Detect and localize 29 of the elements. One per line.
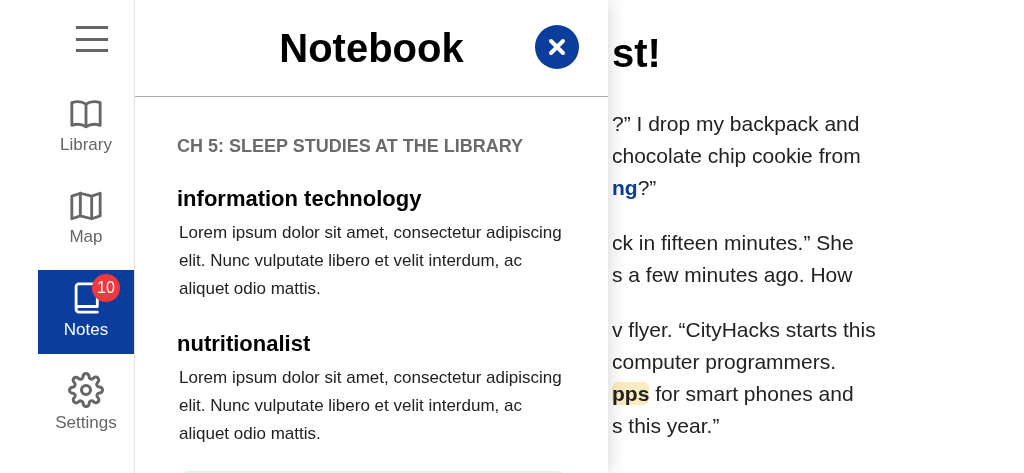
story-text: s a few minutes ago. How <box>612 263 853 286</box>
panel-title: Notebook <box>279 25 464 72</box>
count-badge: 10 <box>92 274 120 302</box>
note-definition: Lorem ipsum dolor sit amet, consectetur adipiscing elit. Nunc vulputate libero et velit interdum, ac aliquet odio mattis. <box>178 222 562 300</box>
map-icon <box>69 190 103 223</box>
open-book-icon <box>69 98 103 131</box>
nav-item[interactable]: Notes 10 <box>38 270 134 354</box>
menu-icon[interactable] <box>76 25 108 53</box>
story-text: for smart phones and <box>654 382 854 405</box>
nav-item[interactable]: Settings <box>38 362 134 446</box>
nav-item[interactable]: Map <box>38 178 134 262</box>
story-text: computer programmers. <box>612 350 837 373</box>
close-icon <box>548 38 566 56</box>
close-button[interactable] <box>535 25 579 69</box>
story-title: st! <box>612 30 662 77</box>
note-term: information technology <box>177 185 423 213</box>
highlighted-term[interactable]: pps <box>612 382 650 405</box>
vocabulary-link[interactable]: ng <box>612 176 638 199</box>
note-term: nutritionalist <box>177 330 312 358</box>
story-text: v flyer. “CityHacks starts this <box>612 318 876 341</box>
story-text: chocolate chip cookie from <box>612 144 861 167</box>
story-text: ?” I drop my backpack and <box>612 112 860 135</box>
note-definition: Lorem ipsum dolor sit amet, consectetur adipiscing elit. Nunc vulputate libero et velit interdum, ac aliquet odio mattis. <box>178 367 562 445</box>
story-text: ck in fifteen minutes.” She <box>612 231 854 254</box>
story-text: s this year.” <box>612 414 720 437</box>
nav-item[interactable]: Library <box>38 86 134 170</box>
chapter-heading: CH 5: SLEEP STUDIES AT THE LIBRARY <box>177 135 525 158</box>
gear-icon <box>68 372 104 409</box>
story-text: ?” <box>637 176 657 199</box>
